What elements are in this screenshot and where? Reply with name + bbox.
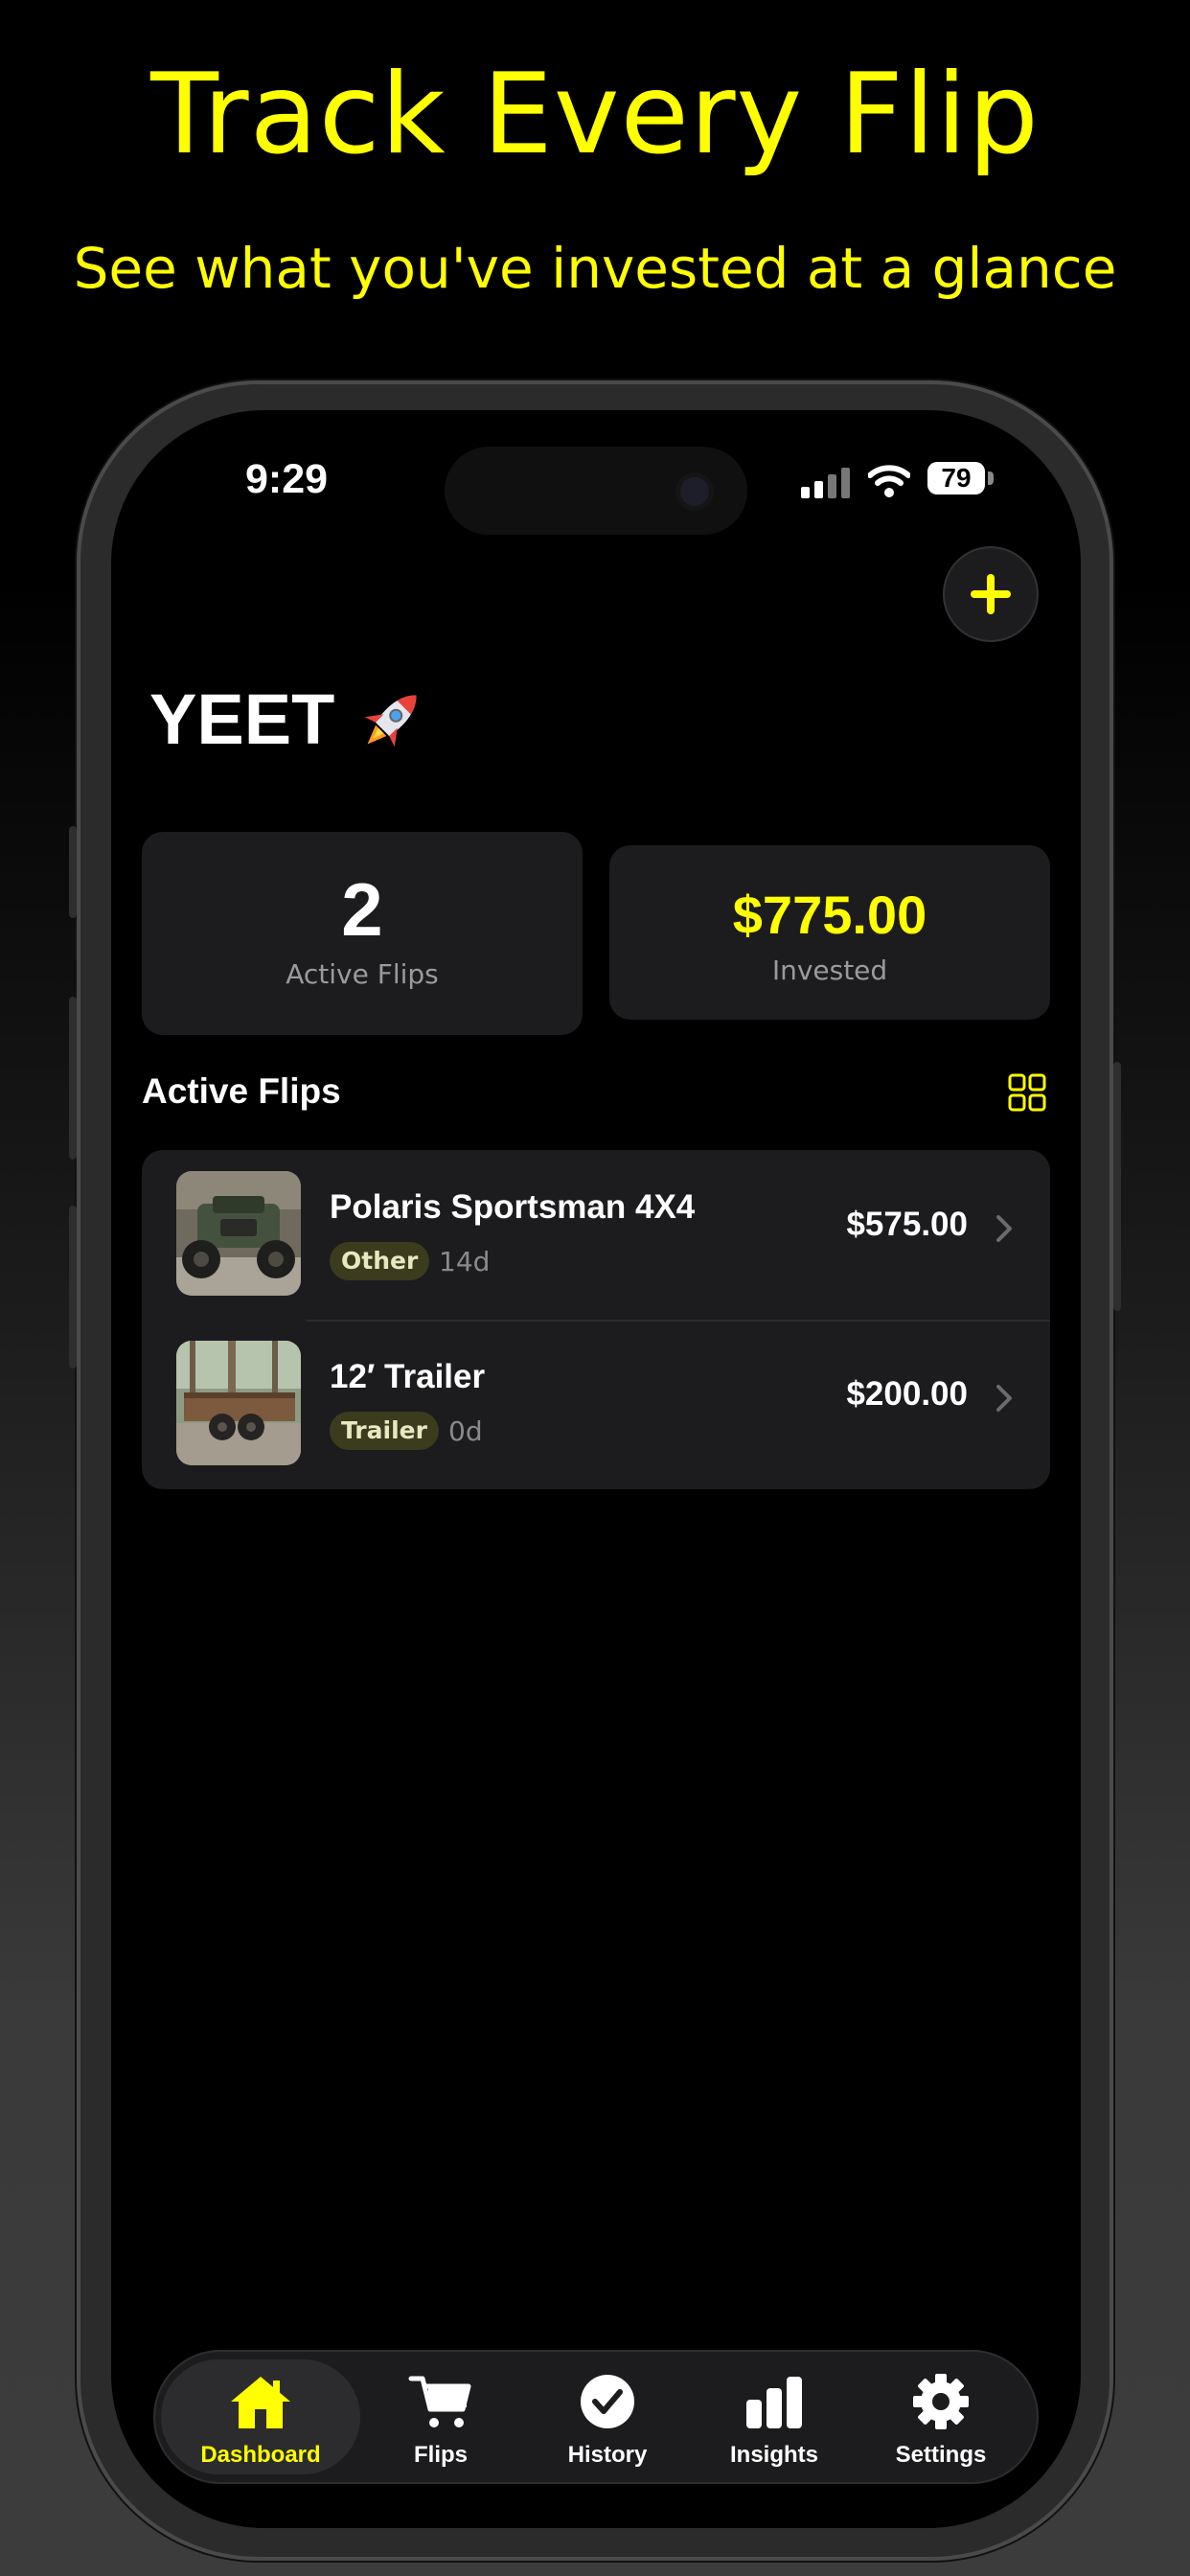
rocket-icon [364,695,417,747]
flip-age: 0d [448,1415,483,1447]
tab-bar: Dashboard Flips History Insights Setting… [153,2350,1039,2484]
flip-price: $575.00 [846,1206,968,1243]
section-title: Active Flips [142,1071,341,1111]
flip-price: $200.00 [846,1375,968,1413]
flip-name: 12′ Trailer [330,1358,486,1395]
tab-label: History [567,2442,648,2468]
tab-label: Insights [729,2442,818,2468]
checkmark-circle-icon [581,2375,634,2428]
phone-side-button [1113,1062,1121,1311]
app-screen: 9:29 79 YEET 2 Active Flips $775.00 Inve… [111,410,1081,2528]
list-item[interactable]: Polaris Sportsman 4X4 Other 14d $575.00 [142,1150,1050,1322]
phone-side-button [69,997,77,1160]
flip-category-badge: Other [330,1242,430,1280]
list-item[interactable]: 12′ Trailer Trailer 0d $200.00 [142,1320,1050,1489]
tab-label: Settings [895,2442,987,2468]
tab-label: Flips [413,2442,468,2468]
tab-flips[interactable]: Flips [356,2359,525,2474]
signal-icon [801,468,851,498]
camera-icon [680,477,709,506]
battery-tip [988,472,994,485]
flip-thumbnail [176,1341,301,1465]
plus-icon [971,574,1011,614]
battery-icon: 79 [927,462,985,494]
home-icon [231,2377,290,2428]
tab-settings[interactable]: Settings [857,2359,1025,2474]
tab-history[interactable]: History [523,2359,692,2474]
chevron-right-icon [996,1215,1012,1242]
invested-card: $775.00 Invested [609,845,1050,1020]
app-title: YEET [149,678,430,760]
flip-name: Polaris Sportsman 4X4 [330,1188,696,1226]
active-flips-label: Active Flips [286,958,439,990]
phone-side-button [69,826,77,918]
promo-subtitle: See what you've invested at a glance [73,236,1117,301]
invested-label: Invested [771,954,888,986]
dynamic-island [445,447,747,535]
active-flips-card: 2 Active Flips [142,832,583,1035]
tab-insights[interactable]: Insights [690,2359,858,2474]
phone-side-button [69,1206,77,1368]
tab-label: Dashboard [200,2442,321,2468]
wifi-icon [868,465,910,497]
promo-title: Track Every Flip [150,50,1040,179]
tab-dashboard[interactable]: Dashboard [161,2359,360,2474]
bar-chart-icon [746,2377,802,2428]
invested-value: $775.00 [732,885,927,945]
cart-icon [408,2376,471,2427]
flip-thumbnail [176,1171,301,1296]
grid-icon[interactable] [1008,1073,1046,1112]
flip-age: 14d [439,1246,491,1277]
active-flips-count: 2 [341,867,383,952]
app-title-text: YEET [149,679,335,759]
add-flip-button[interactable] [943,546,1039,642]
status-time: 9:29 [245,456,329,502]
chevron-right-icon [996,1385,1012,1412]
flip-category-badge: Trailer [330,1412,439,1450]
gear-icon [913,2374,969,2429]
flips-list: Polaris Sportsman 4X4 Other 14d $575.00 [142,1150,1050,1489]
